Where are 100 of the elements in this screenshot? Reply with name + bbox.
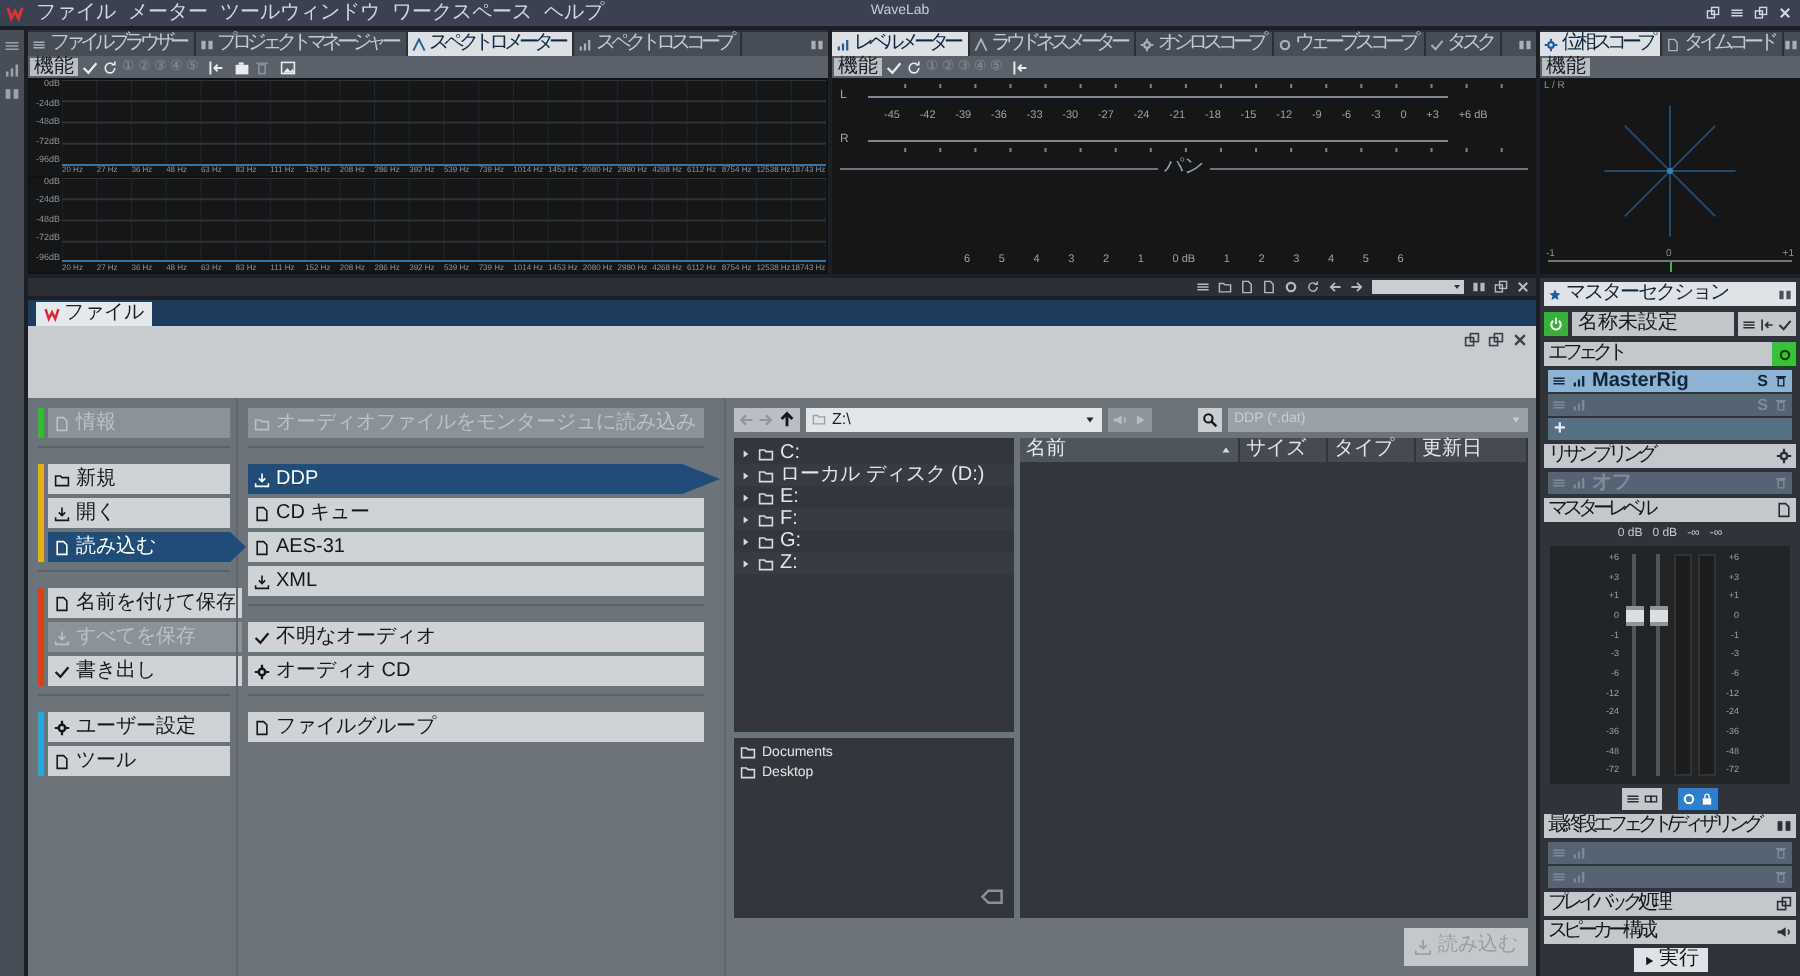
menu-item[interactable]: メーター: [128, 3, 208, 23]
folder-icon[interactable]: [1218, 280, 1232, 294]
tab[interactable]: オシロスコープ: [1136, 32, 1271, 56]
plugin-name: MasterRig: [1592, 371, 1689, 391]
tab[interactable]: レベルメーター: [832, 32, 967, 56]
menu-button[interactable]: 名前を付けて保存: [48, 588, 242, 618]
render-button[interactable]: 実行: [1633, 948, 1707, 972]
page-icon[interactable]: [1776, 502, 1792, 518]
menu-button[interactable]: ユーザー設定: [48, 712, 230, 742]
expand-triangle-icon[interactable]: [740, 491, 752, 503]
fader-handle[interactable]: [1649, 606, 1667, 627]
back-arrow-icon[interactable]: [1328, 280, 1342, 294]
tab[interactable]: スペクトロスコープ: [574, 32, 739, 56]
menu-button[interactable]: 新規: [48, 464, 230, 494]
tab[interactable]: ラウドネスメーター: [969, 32, 1134, 56]
path-field[interactable]: Z:\: [806, 407, 1102, 431]
menu-button[interactable]: AES-31: [248, 532, 704, 562]
close-icon[interactable]: [1516, 280, 1530, 294]
check-icon[interactable]: [1778, 317, 1792, 331]
lines-icon: [1552, 374, 1566, 388]
windows-icon[interactable]: [1776, 896, 1792, 912]
up-arrow-icon[interactable]: [778, 410, 796, 428]
menu-button[interactable]: DDP: [248, 464, 720, 494]
ring-icon: [1682, 792, 1696, 806]
panel-menu-icon[interactable]: [810, 37, 824, 51]
tab[interactable]: ファイルブラウザー: [28, 32, 193, 56]
search-button[interactable]: [1198, 407, 1222, 431]
menu-button[interactable]: CD キュー: [248, 498, 704, 528]
menu-button[interactable]: 読み込む: [48, 532, 246, 562]
function-button[interactable]: 機能: [1542, 58, 1590, 76]
menu-button[interactable]: 開く: [48, 498, 230, 528]
tab[interactable]: 位相スコープ: [1540, 32, 1660, 56]
menu-button[interactable]: 書き出し: [48, 656, 242, 686]
menu-item[interactable]: ファイル: [36, 3, 116, 23]
effects-toggle[interactable]: [1772, 342, 1796, 366]
function-button[interactable]: 機能: [834, 58, 882, 76]
power-button[interactable]: [1544, 312, 1568, 336]
panel-title: マスターセクション: [1566, 284, 1730, 304]
lines-icon[interactable]: [1196, 280, 1210, 294]
caret-icon: [1510, 413, 1522, 425]
bar-chart-icon: [1572, 870, 1586, 884]
lines-icon: [1552, 870, 1566, 884]
tree-item[interactable]: Z:: [780, 553, 798, 573]
tab[interactable]: タスク: [1425, 32, 1500, 56]
lock-button[interactable]: [1678, 788, 1718, 810]
preset-field[interactable]: 名称未設定: [1572, 312, 1734, 336]
ribbon-tab[interactable]: ファイル: [36, 302, 152, 326]
return-arrow-icon[interactable]: [978, 886, 1006, 910]
menu-button[interactable]: ファイルグループ: [248, 712, 704, 742]
gear-icon[interactable]: [1776, 448, 1792, 464]
expand-triangle-icon[interactable]: [740, 535, 752, 547]
ring-icon[interactable]: [1284, 280, 1298, 294]
column-header[interactable]: 名前: [1020, 438, 1240, 462]
column-header[interactable]: サイズ: [1240, 438, 1328, 462]
windows-icon[interactable]: [1706, 6, 1720, 20]
tab[interactable]: プロジェクトマネージャー: [195, 32, 405, 56]
menu-button[interactable]: ツール: [48, 746, 230, 776]
fader-handle[interactable]: [1625, 606, 1643, 627]
arrow-to-bar-icon[interactable]: [1760, 317, 1774, 331]
tree-item[interactable]: G:: [780, 531, 802, 551]
menu-button[interactable]: 不明なオーディオ: [248, 622, 704, 652]
expand-triangle-icon[interactable]: [740, 447, 752, 459]
lines-icon[interactable]: [1742, 317, 1756, 331]
refresh-icon[interactable]: [1306, 280, 1320, 294]
windows-icon[interactable]: [1494, 280, 1508, 294]
section-title: プレイバック処理: [1548, 894, 1671, 914]
tree-item[interactable]: E:: [780, 487, 799, 507]
link-button[interactable]: [1622, 788, 1662, 810]
speaker-icon[interactable]: [1776, 924, 1792, 940]
trash-icon[interactable]: [1774, 374, 1788, 388]
tab[interactable]: スペクトロメーター: [407, 32, 572, 56]
expand-triangle-icon[interactable]: [740, 469, 752, 481]
windows-icon[interactable]: [1754, 6, 1768, 20]
image-icon[interactable]: [280, 59, 296, 75]
function-button[interactable]: 機能: [30, 58, 78, 76]
tab[interactable]: タイムコード: [1662, 32, 1782, 56]
panel-menu-icon[interactable]: [1472, 280, 1486, 294]
download-icon: [54, 505, 70, 521]
expand-triangle-icon[interactable]: [740, 557, 752, 569]
page-icon: [254, 505, 270, 521]
menu-item[interactable]: ワークスペース: [392, 3, 532, 23]
menu-button[interactable]: オーディオ CD: [248, 656, 704, 686]
panel-menu-icon[interactable]: [1784, 37, 1798, 51]
forward-arrow-icon[interactable]: [1350, 280, 1364, 294]
menu-item[interactable]: ヘルプ: [544, 3, 604, 23]
expand-triangle-icon[interactable]: [740, 513, 752, 525]
panel-menu-icon[interactable]: [1518, 37, 1532, 51]
add-slot-button[interactable]: +: [1548, 418, 1792, 440]
menu-item[interactable]: ツールウィンドウ: [220, 3, 380, 23]
tree-item[interactable]: F:: [780, 509, 798, 529]
column-header[interactable]: 更新日: [1416, 438, 1528, 462]
close-icon[interactable]: [1512, 332, 1528, 348]
bar-chart-icon[interactable]: [4, 62, 20, 78]
tree-item[interactable]: C:: [780, 443, 800, 463]
tab[interactable]: ウェーブスコープ: [1273, 32, 1423, 56]
panel-menu-icon[interactable]: [1776, 818, 1792, 834]
menu-button[interactable]: XML: [248, 566, 704, 596]
page-icon: [1666, 37, 1680, 51]
plugin-slot[interactable]: MasterRig S: [1548, 370, 1792, 392]
panel-menu-icon[interactable]: [1778, 287, 1792, 301]
